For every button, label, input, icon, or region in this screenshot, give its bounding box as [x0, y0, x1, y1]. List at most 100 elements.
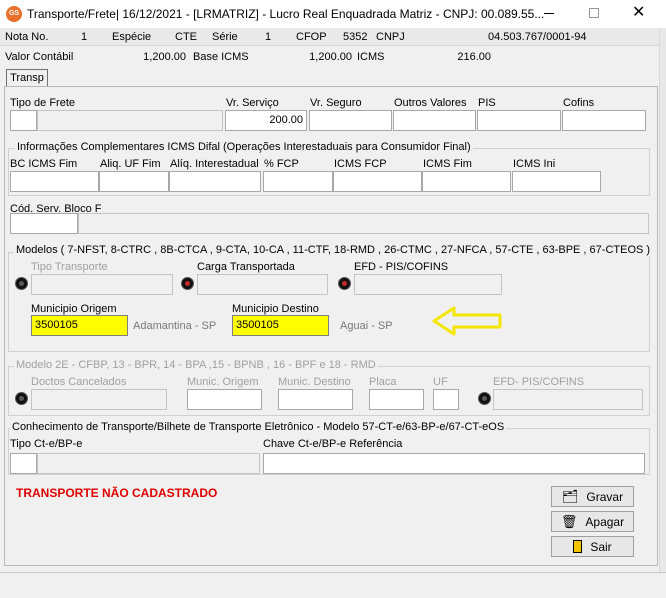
vr-seguro-label: Vr. Seguro — [310, 97, 362, 109]
nota-value: 1 — [81, 31, 88, 43]
cfop-value: 5352 — [343, 31, 368, 43]
modelos-title: Modelos ( 7-NFST, 8-CTRC , 8B-CTCA , 9-C… — [14, 244, 653, 256]
doctos-cancelados-lookup-icon[interactable] — [15, 392, 28, 405]
cofins-input[interactable] — [562, 110, 646, 131]
carga-transportada-label: Carga Transportada — [197, 261, 295, 273]
tipo-frete-label: Tipo de Frete — [10, 97, 76, 109]
uf-label: UF — [433, 376, 448, 388]
bloco-f-desc — [78, 213, 649, 234]
tipo-cte-label: Tipo Ct-e/BP-e — [10, 438, 83, 450]
trash-icon: 🗑 — [560, 513, 578, 529]
window-title: Transporte/Frete| 16/12/2021 - [LRMATRIZ… — [27, 7, 545, 21]
outros-valores-label: Outros Valores — [394, 97, 467, 109]
chave-cte-label: Chave Ct-e/BP-e Referência — [263, 438, 403, 450]
efd-pis-cofins-input — [354, 274, 502, 295]
uf-input[interactable] — [433, 389, 459, 410]
icms-ini-label: ICMS Ini — [513, 158, 556, 170]
cfop-label: CFOP — [296, 31, 327, 43]
vr-servico-label: Vr. Serviço — [226, 97, 279, 109]
icms-fim-label: ICMS Fim — [423, 158, 472, 170]
cnpj-label: CNPJ — [376, 31, 405, 43]
municipio-origem-city: Adamantina - SP — [133, 320, 217, 332]
placa-input[interactable] — [369, 389, 424, 410]
cnpj-value: 04.503.767/0001-94 — [488, 31, 587, 43]
munic-destino-input[interactable] — [278, 389, 353, 410]
base-icms-label: Base ICMS — [193, 51, 249, 63]
municipio-origem-input[interactable]: 3500105 — [31, 315, 128, 336]
tipo-cte-desc — [37, 453, 260, 474]
aliq-interestadual-label: Alíq. Interestadual — [170, 158, 259, 170]
right-scrollbar-edge[interactable] — [659, 28, 666, 572]
munic-origem-input[interactable] — [187, 389, 262, 410]
doctos-cancelados-label: Doctos Cancelados — [31, 376, 127, 388]
maximize-icon[interactable] — [589, 8, 599, 18]
carga-transportada-lookup-icon[interactable] — [181, 277, 194, 290]
gravar-label: Gravar — [586, 489, 624, 504]
tipo-frete-desc — [37, 110, 223, 131]
icms-fim-input[interactable] — [422, 171, 511, 192]
tipo-transporte-label: Tipo Transporte — [31, 261, 108, 273]
especie-value: CTE — [175, 31, 197, 43]
carga-transportada-input — [197, 274, 328, 295]
vr-servico-input[interactable]: 200.00 — [225, 110, 307, 131]
base-icms-value: 1,200.00 — [309, 51, 352, 63]
efd-2e-input — [493, 389, 643, 410]
pis-input[interactable] — [477, 110, 561, 131]
especie-label: Espécie — [112, 31, 152, 43]
tipo-frete-code[interactable] — [10, 110, 37, 131]
munic-origem-label: Munic. Origem — [187, 376, 259, 388]
municipio-destino-input[interactable]: 3500105 — [232, 315, 329, 336]
icms-fcp-label: ICMS FCP — [334, 158, 387, 170]
app-icon: GS — [6, 6, 22, 22]
municipio-destino-city: Aguai - SP — [340, 320, 393, 332]
municipio-origem-label: Municipio Origem — [31, 303, 117, 315]
efd-2e-label: EFD- PIS/COFINS — [493, 376, 585, 388]
efd-2e-lookup-icon[interactable] — [478, 392, 491, 405]
aliq-uf-fim-input[interactable] — [99, 171, 169, 192]
tipo-transporte-input — [31, 274, 173, 295]
status-message: TRANSPORTE NÃO CADASTRADO — [16, 486, 218, 500]
serie-label: Série — [212, 31, 238, 43]
bc-icms-fim-label: BC ICMS Fim — [10, 158, 78, 170]
icms-label: ICMS — [357, 51, 385, 63]
save-icon: 🗂 — [561, 488, 579, 504]
apagar-button[interactable]: 🗑 Apagar — [551, 511, 634, 532]
cofins-label: Cofins — [563, 97, 595, 109]
title-bar[interactable]: GS Transporte/Frete| 16/12/2021 - [LRMAT… — [0, 0, 666, 28]
efd-pis-cofins-label: EFD - PIS/COFINS — [354, 261, 449, 273]
bloco-f-code[interactable] — [10, 213, 78, 234]
bc-icms-fim-input[interactable] — [10, 171, 99, 192]
munic-destino-label: Munic. Destino — [278, 376, 351, 388]
tipo-cte-code[interactable] — [10, 453, 37, 474]
vr-seguro-input[interactable] — [309, 110, 392, 131]
tipo-transporte-lookup-icon[interactable] — [15, 277, 28, 290]
sair-label: Sair — [590, 539, 612, 554]
valor-contabil-label: Valor Contábil — [5, 51, 74, 63]
fcp-input[interactable] — [263, 171, 333, 192]
conhecimento-title: Conhecimento de Transporte/Bilhete de Tr… — [10, 421, 507, 433]
bottom-status-bar — [0, 572, 666, 598]
pis-label: PIS — [478, 97, 496, 109]
icms-ini-input[interactable] — [512, 171, 601, 192]
apagar-label: Apagar — [585, 514, 625, 529]
aliq-uf-fim-label: Aliq. UF Fim — [100, 158, 161, 170]
outros-valores-input[interactable] — [393, 110, 476, 131]
gravar-button[interactable]: 🗂 Gravar — [551, 486, 634, 507]
arrow-left-icon — [432, 306, 502, 336]
fcp-label: % FCP — [264, 158, 299, 170]
serie-value: 1 — [265, 31, 272, 43]
close-icon[interactable]: ✕ — [632, 3, 645, 23]
exit-door-icon — [573, 540, 583, 553]
minimize-icon[interactable] — [544, 13, 554, 14]
doctos-cancelados-input — [31, 389, 167, 410]
sair-button[interactable]: Sair — [551, 536, 634, 557]
nota-label: Nota No. — [5, 31, 49, 43]
aliq-interestadual-input[interactable] — [169, 171, 261, 192]
tab-transp[interactable]: Transp — [6, 69, 48, 87]
modelo2e-title: Modelo 2E - CFBP, 13 - BPR, 14 - BPA ,15… — [14, 359, 378, 371]
icms-fcp-input[interactable] — [333, 171, 422, 192]
icms-value: 216.00 — [457, 51, 491, 63]
efd-pis-cofins-lookup-icon[interactable] — [338, 277, 351, 290]
chave-cte-input[interactable] — [263, 453, 645, 474]
valor-contabil-value: 1,200.00 — [143, 51, 186, 63]
